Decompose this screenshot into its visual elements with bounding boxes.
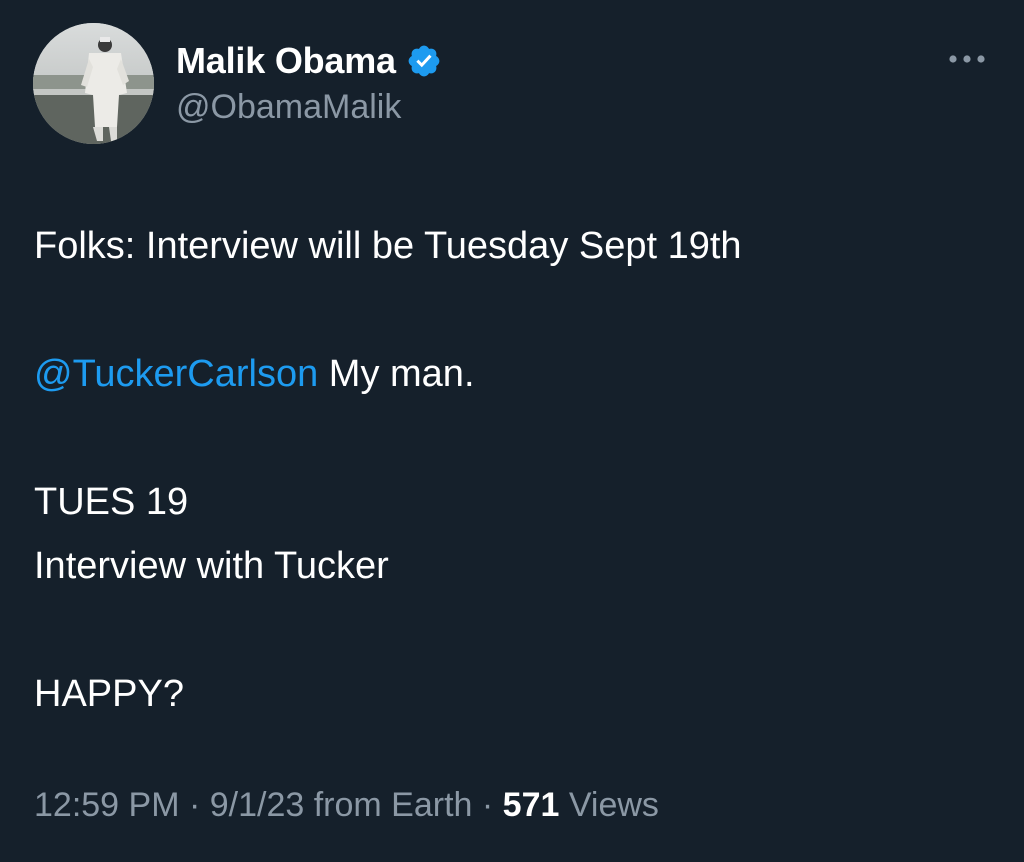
verified-badge-icon bbox=[406, 43, 442, 79]
tweet-date-source[interactable]: 9/1/23 from Earth bbox=[210, 786, 473, 824]
avatar[interactable] bbox=[33, 23, 154, 144]
tweet-line-text: My man. bbox=[318, 353, 475, 395]
tweet-text: Folks: Interview will be Tuesday Sept 19… bbox=[34, 214, 994, 726]
more-options-button[interactable] bbox=[944, 44, 990, 74]
author-handle[interactable]: @ObamaMalik bbox=[176, 88, 401, 127]
views-count[interactable]: 571 bbox=[503, 786, 560, 824]
tweet-time[interactable]: 12:59 PM bbox=[34, 786, 180, 824]
tweet-line: Folks: Interview will be Tuesday Sept 19… bbox=[34, 225, 742, 267]
more-horizontal-icon bbox=[949, 55, 985, 63]
mention-link[interactable]: @TuckerCarlson bbox=[34, 353, 318, 395]
tweet-line: HAPPY? bbox=[34, 673, 184, 715]
tweet-line: TUES 19 bbox=[34, 481, 189, 523]
author-display-name[interactable]: Malik Obama bbox=[176, 40, 396, 82]
views-label: Views bbox=[559, 786, 659, 824]
tweet-line-mention: @TuckerCarlson My man. bbox=[34, 342, 994, 406]
author-name-row: Malik Obama bbox=[176, 38, 442, 84]
avatar-photo bbox=[33, 23, 154, 144]
tweet-card: Malik Obama @ObamaMalik Folks: Interview… bbox=[0, 0, 1024, 862]
meta-separator: · bbox=[179, 786, 210, 824]
meta-separator: · bbox=[472, 786, 503, 824]
tweet-meta: 12:59 PM · 9/1/23 from Earth · 571 Views bbox=[34, 786, 659, 825]
tweet-line: Interview with Tucker bbox=[34, 545, 389, 587]
